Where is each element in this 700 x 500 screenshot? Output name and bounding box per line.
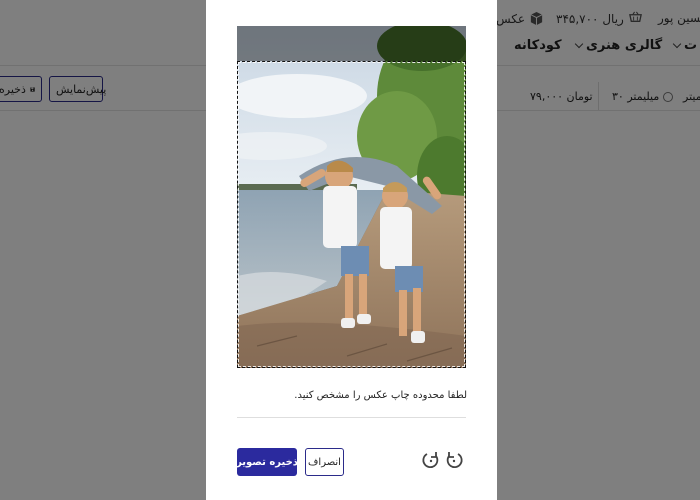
crop-selection[interactable] — [237, 61, 466, 368]
cancel-label: انصراف — [308, 456, 341, 468]
save-image-button[interactable]: ذخیره تصویر — [236, 448, 298, 476]
cancel-button[interactable]: انصراف — [305, 448, 344, 476]
rotate-left-icon — [446, 452, 463, 469]
crop-dialog: لطفا محدوده چاپ عکس را مشخص کنید. انصراف… — [206, 0, 497, 500]
save-image-label: ذخیره تصویر — [236, 456, 298, 468]
rotate-right-icon — [422, 452, 439, 469]
rotate-right-button[interactable] — [420, 449, 442, 471]
divider — [237, 417, 466, 418]
crop-photo[interactable] — [237, 26, 466, 368]
crop-hint: لطفا محدوده چاپ عکس را مشخص کنید. — [294, 390, 467, 401]
crop-shade — [237, 26, 466, 61]
rotate-left-button[interactable] — [443, 449, 465, 471]
